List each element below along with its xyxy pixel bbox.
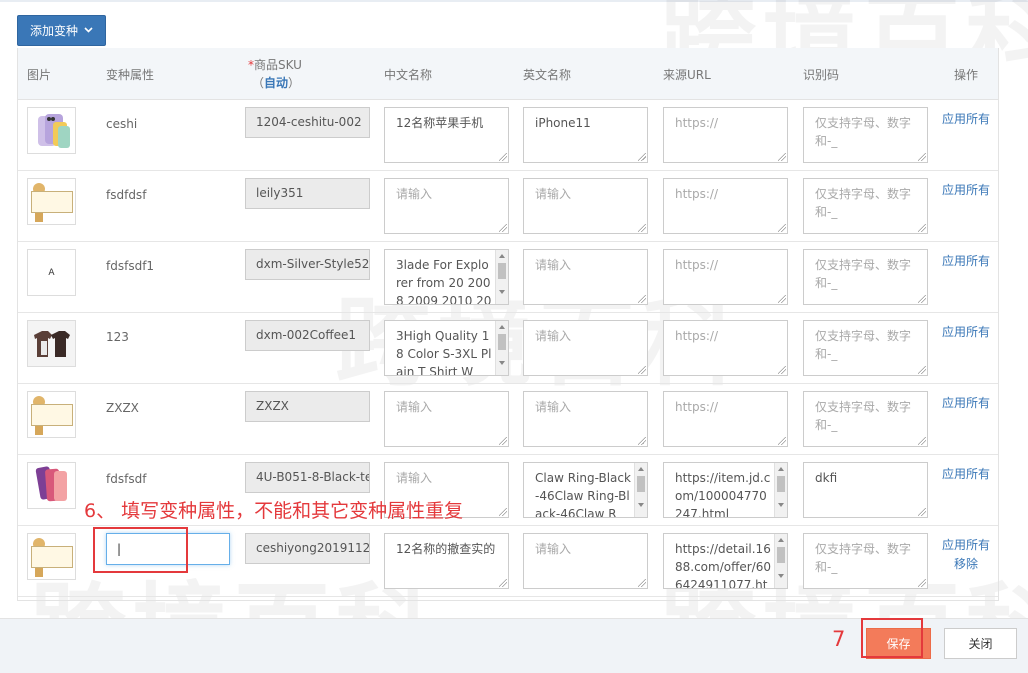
cn-name-field[interactable]: 3lade For Explorer from 20 2008 2009 201… xyxy=(384,249,509,305)
header-id-code: 识别码 xyxy=(803,68,840,82)
source-url-field[interactable]: https://item.jd.com/100004770247.html xyxy=(663,462,788,518)
top-divider xyxy=(0,0,1028,2)
chevron-down-icon xyxy=(84,26,93,36)
variant-image-placeholder[interactable] xyxy=(27,533,76,580)
header-cn-name: 中文名称 xyxy=(384,68,433,82)
add-variant-button[interactable]: 添加变种 xyxy=(17,15,106,46)
variant-image-placeholder[interactable] xyxy=(27,178,76,225)
no-image-card xyxy=(31,191,73,213)
header-en-name: 英文名称 xyxy=(523,68,572,82)
annotation-highlight-box xyxy=(93,527,188,573)
add-variant-label: 添加变种 xyxy=(29,24,78,38)
variant-attr: ZXZX xyxy=(106,401,139,415)
en-name-field[interactable]: Claw Ring-Black-46Claw Ring-Black-46Claw… xyxy=(523,462,648,518)
variant-image-placeholder[interactable] xyxy=(27,391,76,438)
close-button[interactable]: 关闭 xyxy=(944,628,1017,659)
en-name-field[interactable]: 请输入 xyxy=(523,391,648,447)
source-url-field[interactable]: https:// xyxy=(663,178,788,234)
annotation-highlight-box xyxy=(861,618,923,658)
scrollbar[interactable] xyxy=(495,321,508,375)
sku-field[interactable]: dxm-002Coffee1 xyxy=(245,320,370,351)
no-image-card xyxy=(31,546,73,568)
id-code-field[interactable]: 仅支持字母、数字和-_ xyxy=(803,107,928,163)
variant-attr: fsdfdsf xyxy=(106,188,147,202)
source-url-field[interactable]: https:// xyxy=(663,107,788,163)
annotation-step6: 6、 填写变种属性，不能和其它变种属性重复 xyxy=(84,500,464,522)
en-name-field[interactable]: 请输入 xyxy=(523,178,648,234)
variant-attr: ceshi xyxy=(106,117,138,131)
apply-all-link[interactable]: 应用所有 xyxy=(942,323,990,340)
apply-all-link[interactable]: 应用所有 xyxy=(942,181,990,198)
table-header: 图片 变种属性 *商品SKU （自动） 中文名称 英文名称 来源URL 识别码 … xyxy=(18,48,998,100)
variant-attr: fdsfsdf1 xyxy=(106,259,155,273)
id-code-field[interactable]: 仅支持字母、数字和-_ xyxy=(803,320,928,376)
apply-all-link[interactable]: 应用所有 xyxy=(942,536,990,553)
variant-attr: fdsfsdf xyxy=(106,472,147,486)
sku-field[interactable]: leily351 xyxy=(245,178,370,209)
remove-link[interactable]: 移除 xyxy=(954,555,978,572)
header-image: 图片 xyxy=(27,68,52,82)
cn-name-field[interactable]: 12名称苹果手机 xyxy=(384,107,509,163)
table-row: ZXZX ZXZX 请输入 请输入 https:// 仅支持字母、数字和-_ 应… xyxy=(18,384,998,455)
id-code-field[interactable]: dkfi xyxy=(803,462,928,518)
apply-all-link[interactable]: 应用所有 xyxy=(942,465,990,482)
en-name-field[interactable]: 请输入 xyxy=(523,320,648,376)
variant-image[interactable] xyxy=(27,107,76,154)
header-sku-label: 商品SKU xyxy=(254,58,302,72)
en-name-field[interactable]: iPhone11 xyxy=(523,107,648,163)
cn-name-field[interactable]: 请输入 xyxy=(384,178,509,234)
table-row: 123 dxm-002Coffee1 3High Quality 18 Colo… xyxy=(18,313,998,384)
cn-name-field[interactable]: 12名称的撤查实的 xyxy=(384,533,509,589)
source-url-field[interactable]: https:// xyxy=(663,249,788,305)
source-url-field[interactable]: https:// xyxy=(663,320,788,376)
sku-field[interactable]: 1204-ceshitu-002 xyxy=(245,107,370,138)
scrollbar[interactable] xyxy=(495,250,508,304)
scrollbar[interactable] xyxy=(634,463,647,517)
variant-image[interactable] xyxy=(27,320,76,367)
apply-all-link[interactable]: 应用所有 xyxy=(942,252,990,269)
variant-image[interactable] xyxy=(27,462,76,509)
table-row: fsdfdsf leily351 请输入 请输入 https:// 仅支持字母、… xyxy=(18,171,998,242)
no-image-card xyxy=(31,404,73,426)
en-name-field[interactable]: 请输入 xyxy=(523,533,648,589)
header-sku: *商品SKU （自动） xyxy=(248,58,302,90)
scrollbar[interactable] xyxy=(774,534,787,588)
scrollbar[interactable] xyxy=(774,463,787,517)
apply-all-link[interactable]: 应用所有 xyxy=(942,110,990,127)
variant-image[interactable]: A xyxy=(27,249,76,296)
table-row: ceshi 1204-ceshitu-002 12名称苹果手机 iPhone11… xyxy=(18,100,998,171)
cn-name-field[interactable]: 请输入 xyxy=(384,391,509,447)
id-code-field[interactable]: 仅支持字母、数字和-_ xyxy=(803,391,928,447)
sku-field[interactable]: 4U-B051-8-Black-te xyxy=(245,462,370,493)
id-code-field[interactable]: 仅支持字母、数字和-_ xyxy=(803,533,928,589)
header-action: 操作 xyxy=(954,68,979,82)
sku-field[interactable]: ceshiyong20191129 xyxy=(245,533,370,564)
header-attr: 变种属性 xyxy=(106,68,155,82)
source-url-field[interactable]: https:// xyxy=(663,391,788,447)
id-code-field[interactable]: 仅支持字母、数字和-_ xyxy=(803,249,928,305)
apply-all-link[interactable]: 应用所有 xyxy=(942,394,990,411)
variant-dialog: 跨境百科 跨境百科 跨境百科 跨境百科 添加变种 图片 变种属性 *商品SKU … xyxy=(0,0,1028,673)
table-row: A fdsfsdf1 dxm-Silver-Style52 3lade For … xyxy=(18,242,998,313)
id-code-field[interactable]: 仅支持字母、数字和-_ xyxy=(803,178,928,234)
annotation-step7: 7 xyxy=(832,627,846,651)
variant-attr: 123 xyxy=(106,330,129,344)
sku-field[interactable]: ZXZX xyxy=(245,391,370,422)
en-name-field[interactable]: 请输入 xyxy=(523,249,648,305)
header-source-url: 来源URL xyxy=(663,68,711,82)
source-url-field[interactable]: https://detail.1688.com/offer/6064249110… xyxy=(663,533,788,589)
cn-name-field[interactable]: 3High Quality 18 Color S-3XL Plain T Shi… xyxy=(384,320,509,376)
sku-auto-link[interactable]: 自动 xyxy=(264,76,288,90)
sku-field[interactable]: dxm-Silver-Style52 xyxy=(245,249,370,280)
